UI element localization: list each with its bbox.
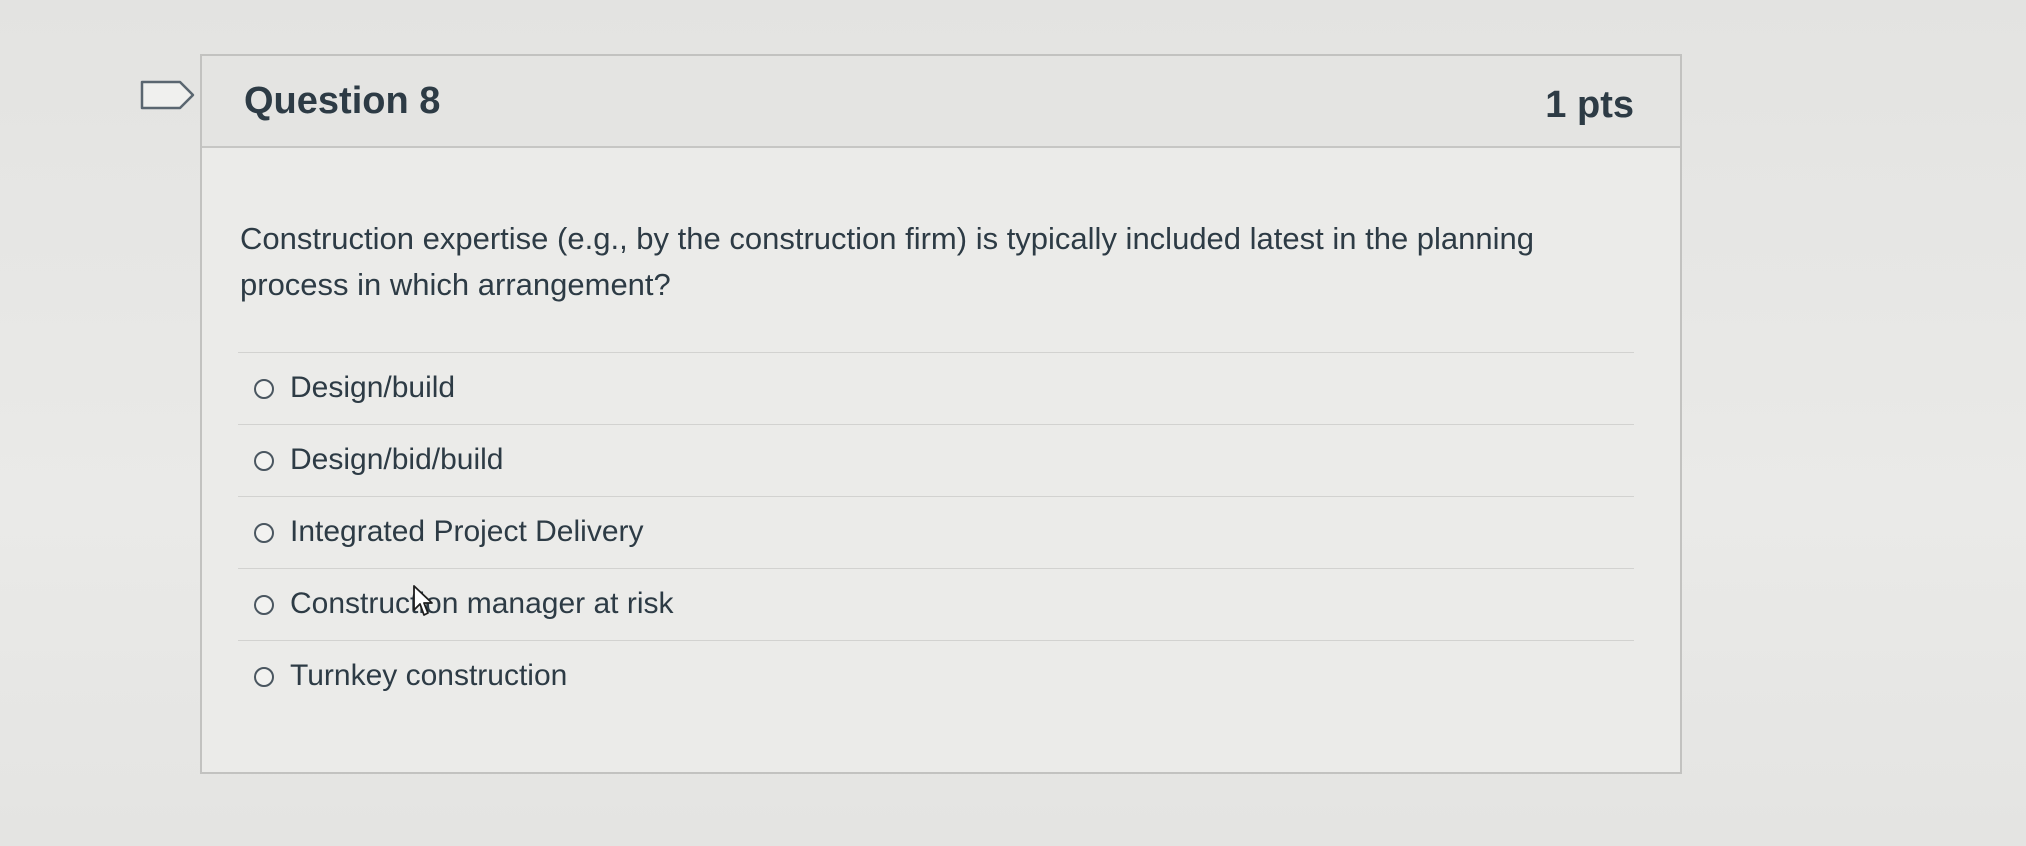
answer-option[interactable]: Design/bid/build <box>238 424 1634 496</box>
mouse-pointer-icon <box>413 585 433 616</box>
answer-list: Design/build Design/bid/build Integrated… <box>238 352 1634 712</box>
question-header: Question 8 1 pts <box>202 56 1680 148</box>
answer-label[interactable]: Integrated Project Delivery <box>290 515 644 549</box>
answer-label[interactable]: Construction manager at risk <box>290 587 674 621</box>
radio-unchecked-icon[interactable] <box>254 379 274 399</box>
radio-unchecked-icon[interactable] <box>254 595 274 615</box>
answer-option[interactable]: Integrated Project Delivery <box>238 496 1634 568</box>
answer-label[interactable]: Turnkey construction <box>290 659 567 693</box>
answer-label[interactable]: Design/bid/build <box>290 443 503 477</box>
question-text: Construction expertise (e.g., by the con… <box>240 221 1535 302</box>
answer-option[interactable]: Design/build <box>238 352 1634 424</box>
radio-unchecked-icon[interactable] <box>254 667 274 687</box>
question-title: Question 8 <box>244 80 441 122</box>
flag-question-icon[interactable] <box>140 80 196 110</box>
radio-unchecked-icon[interactable] <box>254 523 274 543</box>
answer-option[interactable]: Turnkey construction <box>238 640 1634 712</box>
answer-label[interactable]: Design/build <box>290 371 455 405</box>
quiz-page: Question 8 1 pts Construction expertise … <box>0 0 2026 846</box>
question-card: Question 8 1 pts Construction expertise … <box>200 54 1682 774</box>
question-points: 1 pts <box>1545 84 1634 126</box>
answer-option[interactable]: Construction manager at risk <box>238 568 1634 640</box>
radio-unchecked-icon[interactable] <box>254 451 274 471</box>
